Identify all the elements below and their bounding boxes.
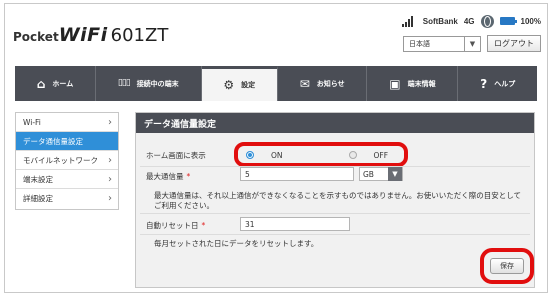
home-display-label: ホーム画面に表示 (146, 151, 206, 160)
sidebar-item-label: 詳細設定 (23, 194, 53, 203)
nav-help-label: ヘルプ (494, 79, 516, 88)
sidebar-item-advanced[interactable]: 詳細設定 › (16, 189, 118, 208)
unit-value: GB (363, 169, 374, 179)
logout-button[interactable]: ログアウト (487, 35, 541, 52)
home-icon: ⌂ (36, 76, 46, 91)
max-usage-text: 最大通信量 (146, 172, 184, 181)
nav-home-label: ホーム (52, 79, 74, 88)
main-nav: ⌂ ホーム ▯▯▯ 接続中の端末 ⚙ 設定 ✉ お知らせ ▣ 端末情報 ? ヘル… (15, 66, 537, 101)
auto-reset-input[interactable]: 31 (240, 217, 350, 231)
nav-connected-devices[interactable]: ▯▯▯ 接続中の端末 (96, 66, 202, 101)
devices-icon: ▯▯▯ (117, 78, 131, 88)
status-bar: SoftBank 4G 100% (401, 14, 541, 28)
chevron-right-icon: › (108, 193, 112, 204)
required-mark: * (201, 221, 206, 230)
battery-icon (499, 17, 517, 25)
max-usage-note: 最大通信量は、それ以上通信ができなくなることを示すものではありません。お使いいた… (154, 191, 522, 210)
sidebar-item-label: モバイルネットワーク (23, 155, 98, 165)
device-info-icon: ▣ (389, 76, 401, 91)
internet-globe-icon (480, 14, 494, 28)
gear-icon: ⚙ (223, 78, 235, 92)
sidebar-item-label: Wi-Fi (23, 117, 41, 127)
highlight-save (480, 248, 534, 284)
signal-strength-icon (401, 15, 413, 27)
highlight-toggle (234, 142, 408, 167)
nav-help[interactable]: ? ヘルプ (458, 66, 537, 101)
chevron-down-icon: ▼ (388, 167, 402, 181)
logo-pocket-text: Pocket (13, 30, 59, 44)
mail-icon: ✉ (299, 76, 310, 91)
unit-select[interactable]: GB ▼ (359, 167, 403, 181)
divider (140, 234, 530, 235)
nav-notifications[interactable]: ✉ お知らせ (278, 66, 368, 101)
sidebar-item-data-usage[interactable]: データ通信量設定 (16, 132, 118, 151)
auto-reset-label: 自動リセット日 * (146, 220, 205, 231)
required-mark: * (186, 172, 191, 181)
sidebar-item-label: データ通信量設定 (23, 136, 83, 146)
language-value: 日本語 (409, 40, 430, 48)
nav-device-info-label: 端末情報 (407, 79, 436, 88)
pocket-wifi-logo: PocketWiFi 601ZT (13, 24, 168, 48)
auto-reset-text: 自動リセット日 (146, 221, 199, 230)
sidebar-item-label: 端末設定 (23, 174, 53, 184)
settings-sidebar: Wi-Fi › データ通信量設定 モバイルネットワーク › 端末設定 › 詳細設… (15, 112, 119, 210)
sidebar-item-device-settings[interactable]: 端末設定 › (16, 170, 118, 189)
data-usage-panel: データ通信量設定 ホーム画面に表示 ON OFF 最大通信量 * 5 GB ▼ 最… (135, 112, 535, 288)
auto-reset-value: 31 (245, 219, 255, 229)
carrier-name: SoftBank (422, 16, 458, 26)
page-title: データ通信量設定 (136, 113, 534, 133)
nav-device-info[interactable]: ▣ 端末情報 (367, 66, 459, 101)
nav-settings[interactable]: ⚙ 設定 (201, 66, 278, 101)
chevron-right-icon: › (108, 116, 112, 128)
chevron-right-icon: › (108, 154, 112, 166)
nav-devices-label: 接続中の端末 (136, 79, 179, 88)
help-icon: ? (480, 76, 488, 91)
logo-wifi-text: WiFi (58, 24, 108, 46)
network-type: 4G (463, 16, 475, 26)
logo-model-text: 601ZT (110, 25, 169, 46)
sidebar-item-mobile-network[interactable]: モバイルネットワーク › (16, 151, 118, 170)
auto-reset-note: 毎月セットされた日にデータをリセットします。 (154, 239, 319, 248)
nav-notifications-label: お知らせ (316, 79, 345, 88)
language-select[interactable]: 日本語 ▼ (403, 36, 481, 52)
chevron-down-icon: ▼ (464, 37, 480, 51)
max-usage-input[interactable]: 5 (240, 167, 354, 181)
browser-frame: PocketWiFi 601ZT SoftBank 4G 100% 日本語 ▼ ロ… (4, 3, 548, 293)
max-usage-value: 5 (245, 169, 250, 179)
nav-home[interactable]: ⌂ ホーム (15, 66, 97, 101)
sidebar-item-wifi[interactable]: Wi-Fi › (16, 113, 118, 132)
max-usage-label: 最大通信量 * (146, 171, 190, 182)
divider (140, 213, 530, 214)
nav-settings-label: 設定 (241, 81, 256, 89)
battery-level: 100% (520, 16, 541, 26)
chevron-right-icon: › (108, 173, 112, 185)
